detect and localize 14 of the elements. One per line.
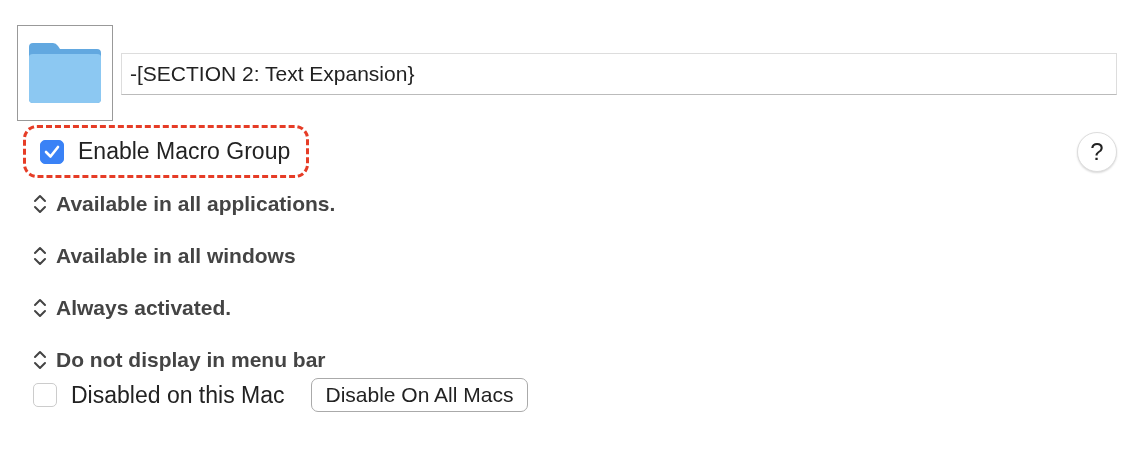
disable-all-button[interactable]: Disable On All Macs xyxy=(310,378,529,412)
help-button[interactable]: ? xyxy=(1077,131,1117,172)
chevron-updown-icon xyxy=(33,246,47,266)
popup-menu[interactable]: Always activated. xyxy=(33,282,232,334)
checkbox-label[interactable]: Enable Macro Group xyxy=(78,138,291,165)
popup-menu[interactable]: Available in all applications. xyxy=(33,178,336,230)
checkbox[interactable] xyxy=(40,139,64,164)
chevron-updown-icon xyxy=(33,194,47,214)
checkbox[interactable] xyxy=(33,383,57,407)
popup-menu[interactable]: Available in all windows xyxy=(33,230,296,282)
name-field[interactable]: -[SECTION 2: Text Expansion} xyxy=(121,53,1117,95)
icon-well[interactable] xyxy=(17,25,113,121)
chevron-updown-icon xyxy=(33,350,47,370)
chevron-updown-icon xyxy=(33,298,47,318)
